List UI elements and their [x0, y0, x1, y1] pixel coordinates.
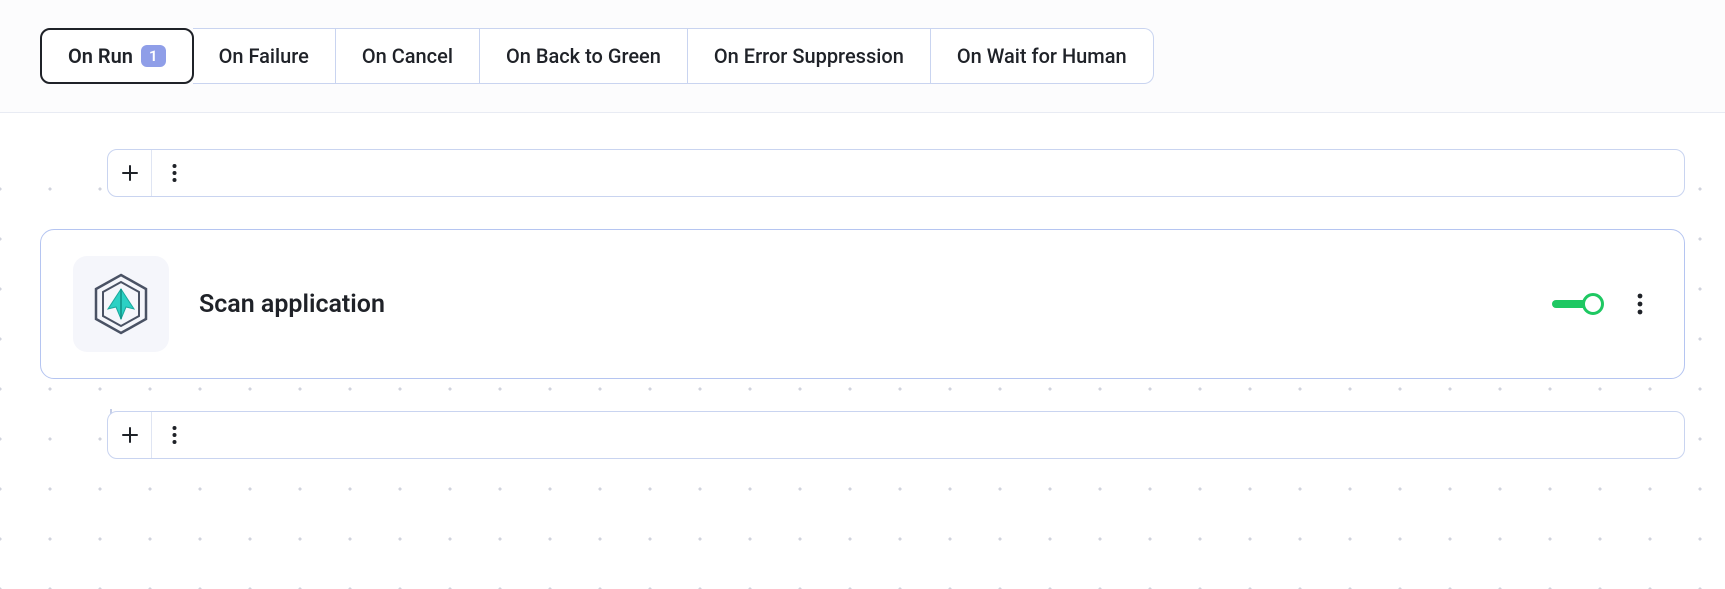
- step-actions: [1552, 292, 1652, 316]
- add-step-control-bottom: [107, 411, 1685, 459]
- tab-label: On Cancel: [362, 44, 453, 68]
- plus-icon: [121, 164, 139, 182]
- tab-label: On Wait for Human: [957, 44, 1127, 68]
- step-options-button[interactable]: [1628, 292, 1652, 316]
- tab-on-wait-for-human[interactable]: On Wait for Human: [931, 28, 1154, 84]
- step-menu-button[interactable]: [152, 412, 196, 458]
- tab-on-back-to-green[interactable]: On Back to Green: [480, 28, 688, 84]
- tab-on-failure[interactable]: On Failure: [193, 28, 336, 84]
- add-step-button[interactable]: [108, 150, 152, 196]
- trigger-tabs-bar: On Run 1 On Failure On Cancel On Back to…: [0, 0, 1725, 113]
- kebab-icon: [1637, 292, 1643, 316]
- tab-on-run[interactable]: On Run 1: [40, 28, 194, 84]
- tab-on-cancel[interactable]: On Cancel: [336, 28, 480, 84]
- step-title: Scan application: [199, 290, 1522, 319]
- kebab-icon: [172, 163, 177, 183]
- kebab-icon: [172, 425, 177, 445]
- toggle-knob: [1582, 293, 1604, 315]
- tab-on-error-suppression[interactable]: On Error Suppression: [688, 28, 931, 84]
- step-enabled-toggle[interactable]: [1552, 293, 1604, 315]
- plus-icon: [121, 426, 139, 444]
- trigger-tabs: On Run 1 On Failure On Cancel On Back to…: [40, 28, 1685, 84]
- step-integration-icon-container: [73, 256, 169, 352]
- pipeline-step-card[interactable]: Scan application: [40, 229, 1685, 379]
- add-step-control-top: [107, 149, 1685, 197]
- tab-label: On Failure: [219, 44, 309, 68]
- add-step-button[interactable]: [108, 412, 152, 458]
- step-menu-button[interactable]: [152, 150, 196, 196]
- phoenix-scanner-icon: [86, 269, 156, 339]
- tab-label: On Run: [68, 44, 133, 68]
- tab-label: On Back to Green: [506, 44, 661, 68]
- tab-count-badge: 1: [141, 45, 166, 67]
- tab-label: On Error Suppression: [714, 44, 904, 68]
- pipeline-canvas: Scan application: [0, 149, 1725, 589]
